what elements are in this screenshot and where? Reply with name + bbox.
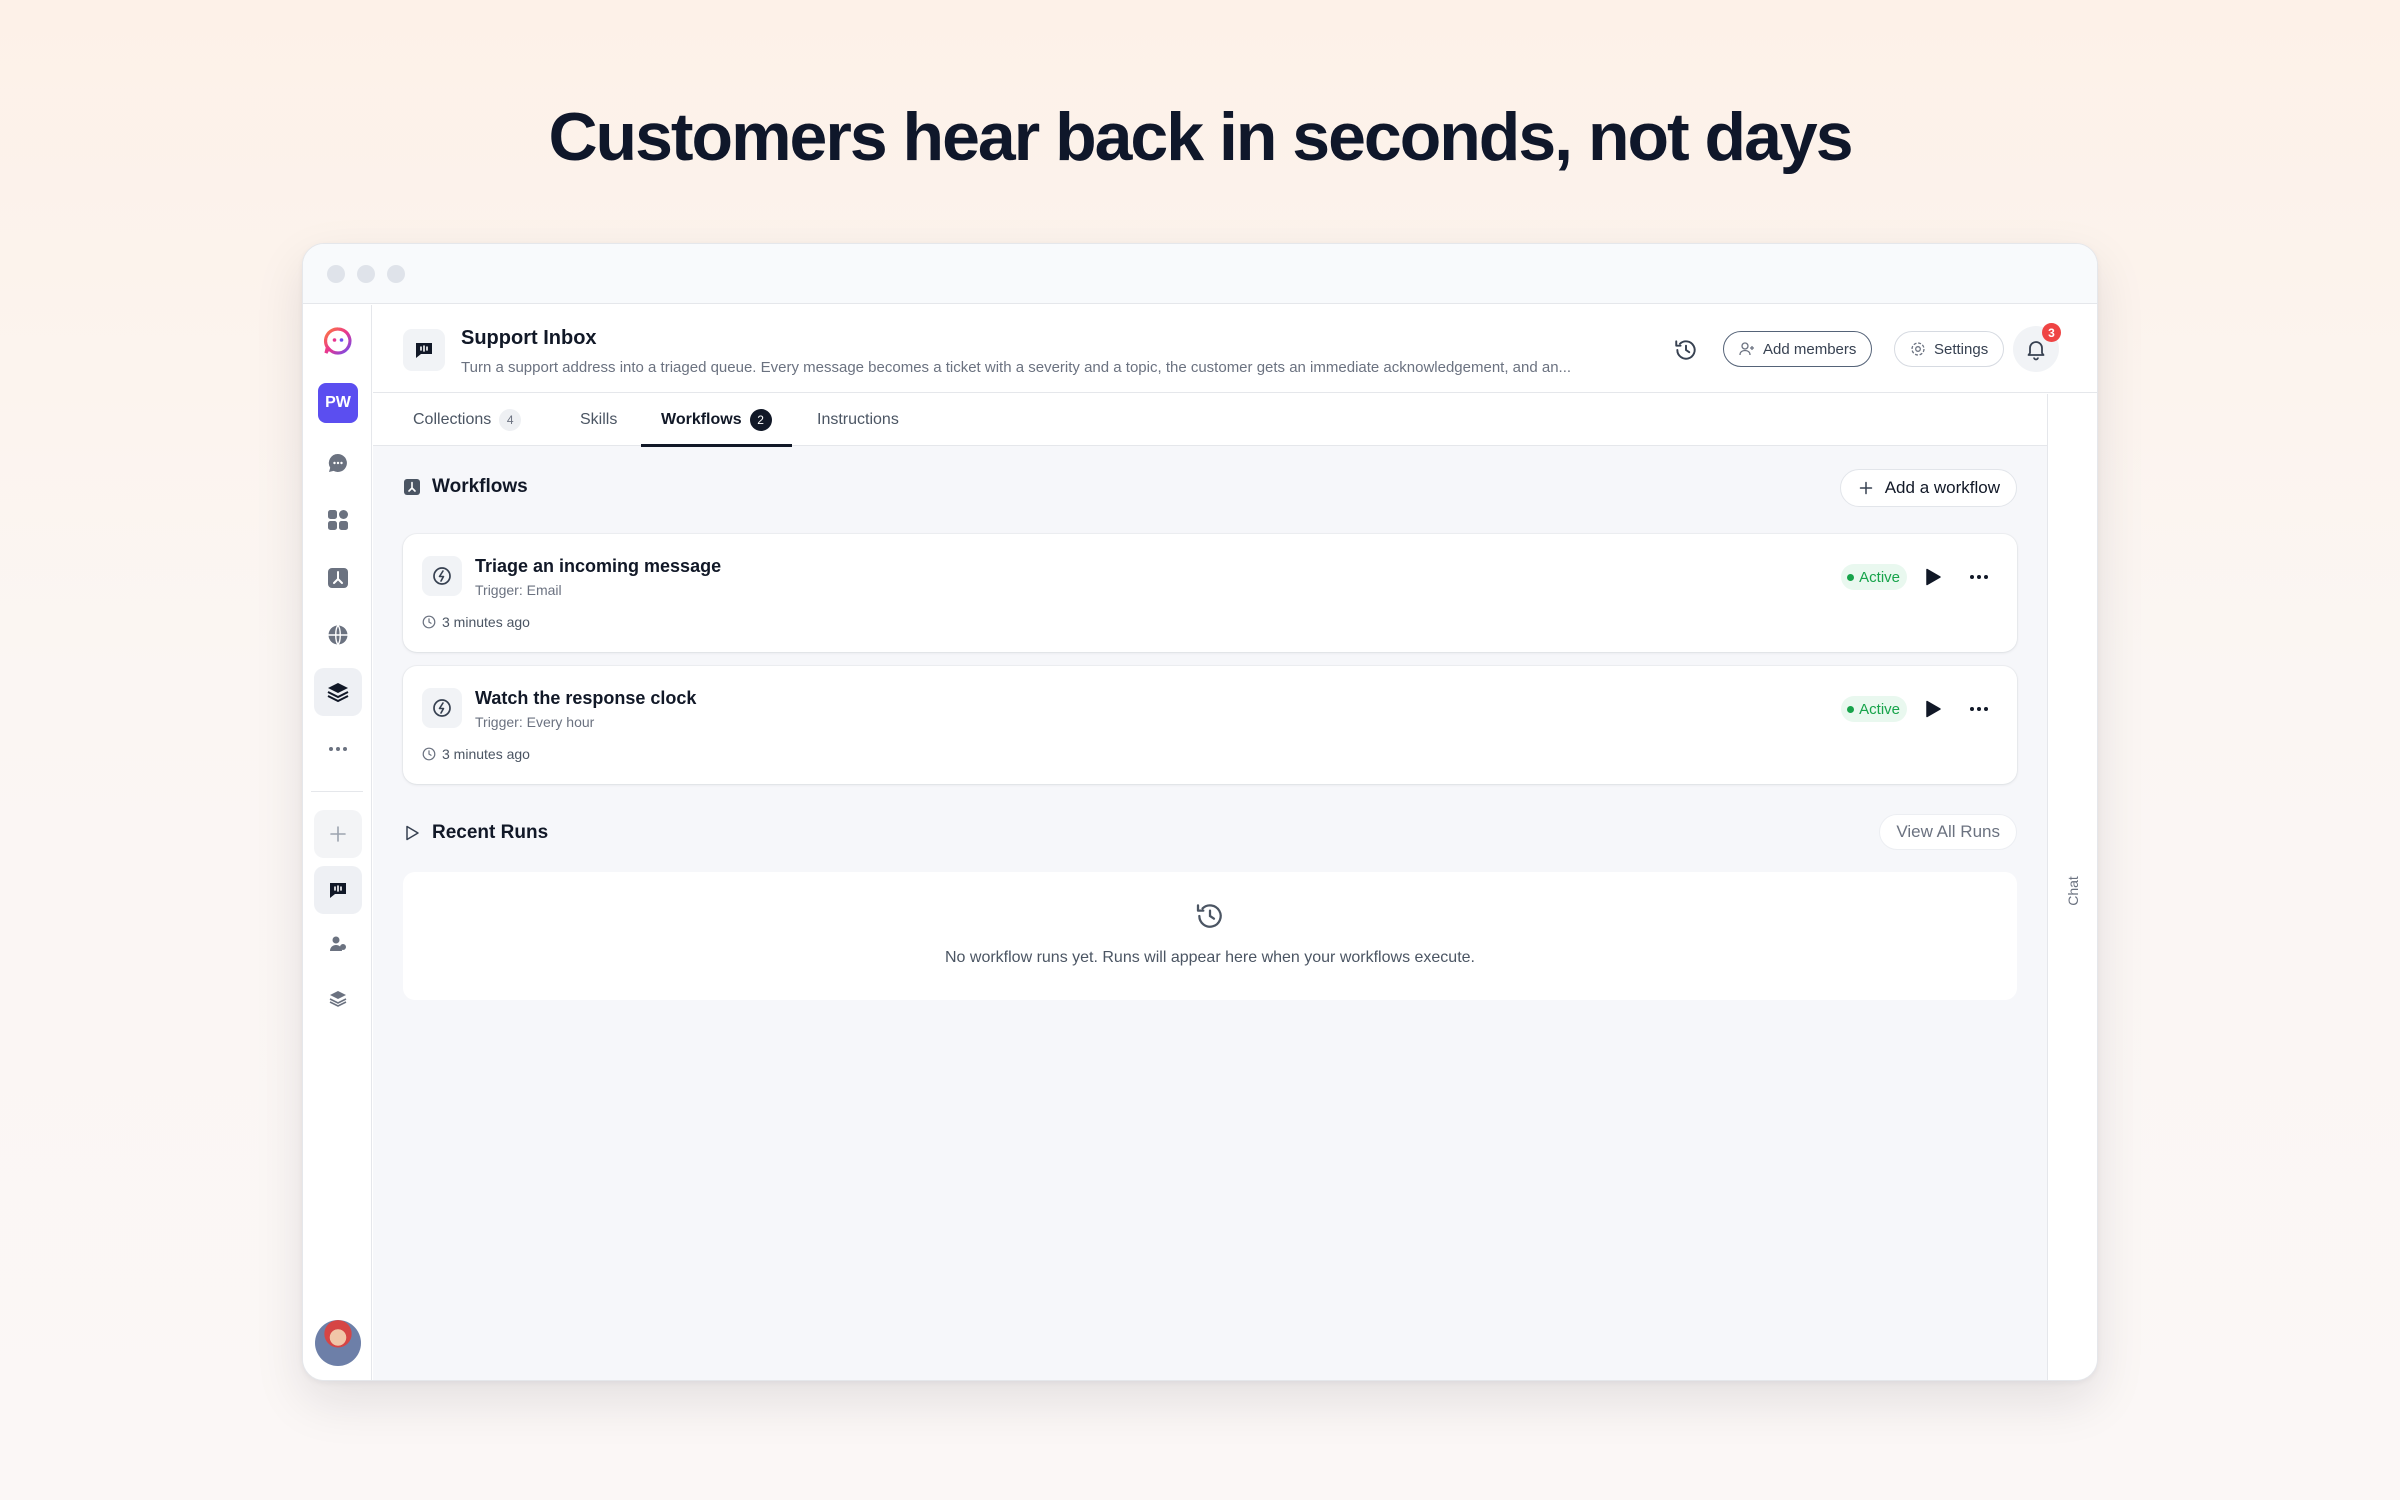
support-inbox-icon <box>403 329 445 371</box>
tab-workflows[interactable]: Workflows 2 <box>641 394 792 447</box>
workspace-badge: PW <box>318 383 358 423</box>
user-avatar[interactable] <box>315 1320 361 1366</box>
workflow-trigger-icon <box>422 556 462 596</box>
workflow-trigger-icon <box>422 688 462 728</box>
chat-label: Chat <box>2065 876 2081 906</box>
gear-icon <box>1911 342 1925 356</box>
workflow-time: 3 minutes ago <box>442 746 530 762</box>
status-label: Active <box>1859 700 1900 718</box>
workflow-time: 3 minutes ago <box>442 614 530 630</box>
layers-nav-icon[interactable] <box>314 668 362 716</box>
apps-grid-icon[interactable] <box>314 496 362 544</box>
tab-workflows-label: Workflows <box>661 411 742 428</box>
clock-icon <box>422 615 436 629</box>
play-icon[interactable] <box>1921 566 1943 588</box>
window-minimize-dot[interactable] <box>357 264 375 283</box>
chat-panel-toggle[interactable]: Chat <box>2047 394 2097 1380</box>
project-description: Turn a support address into a triaged qu… <box>461 359 1572 376</box>
history-icon[interactable] <box>1673 337 1699 363</box>
window-maximize-dot[interactable] <box>387 264 405 283</box>
page-headline: Customers hear back in seconds, not days <box>548 99 1853 175</box>
bell-icon <box>2027 341 2045 361</box>
project-header: Support Inbox Turn a support address int… <box>373 305 2097 393</box>
tab-collections[interactable]: Collections 4 <box>413 394 522 446</box>
workflows-section-header: Workflows <box>403 476 528 498</box>
workflow-section-icon <box>404 479 420 495</box>
tab-bar: Collections 4 Skills Workflows 2 Instruc… <box>373 394 2047 447</box>
play-icon[interactable] <box>1921 698 1943 720</box>
history-icon <box>1196 904 1222 928</box>
more-nav-icon[interactable] <box>314 725 362 773</box>
status-badge: Active <box>1841 564 1907 590</box>
more-options-icon[interactable] <box>1967 566 1991 588</box>
tab-skills-label: Skills <box>580 411 618 428</box>
window-titlebar <box>303 244 2097 304</box>
stack-project-icon[interactable] <box>314 975 362 1023</box>
tab-instructions[interactable]: Instructions <box>817 394 899 446</box>
status-dot <box>1847 705 1855 713</box>
add-workflow-label: Add a workflow <box>1884 478 2000 497</box>
rail-divider <box>311 791 363 792</box>
chat-nav-icon[interactable] <box>314 439 362 487</box>
workflow-trigger: Trigger: Every hour <box>475 714 595 730</box>
view-all-runs-button[interactable]: View All Runs <box>1879 814 2017 850</box>
add-workflow-button[interactable]: Add a workflow <box>1839 469 2017 507</box>
add-members-label: Add members <box>1763 340 1857 358</box>
content-area: Collections 4 Skills Workflows 2 Instruc… <box>373 394 2047 1380</box>
tab-instructions-label: Instructions <box>817 411 899 428</box>
workflow-updated: 3 minutes ago <box>422 746 530 762</box>
status-dot <box>1847 573 1855 581</box>
play-outline-icon <box>406 825 419 841</box>
workflow-title: Watch the response clock <box>475 688 697 708</box>
tab-skills[interactable]: Skills <box>580 394 617 446</box>
add-members-button[interactable]: Add members <box>1723 331 1873 367</box>
status-badge: Active <box>1841 696 1907 722</box>
team-project-icon[interactable] <box>314 920 362 968</box>
globe-nav-icon[interactable] <box>314 611 362 659</box>
workflow-updated: 3 minutes ago <box>422 614 530 630</box>
support-inbox-project-icon[interactable] <box>314 866 362 914</box>
more-options-icon[interactable] <box>1967 698 1991 720</box>
tab-collections-label: Collections <box>413 411 492 428</box>
window-close-dot[interactable] <box>327 264 345 283</box>
notification-count-badge: 3 <box>2042 323 2061 342</box>
workflows-nav-icon[interactable] <box>314 554 362 602</box>
empty-state-text: No workflow runs yet. Runs will appear h… <box>944 949 1475 966</box>
clock-icon <box>422 747 436 761</box>
sidebar-rail: PW <box>303 305 372 1380</box>
main-panel: Support Inbox Turn a support address int… <box>373 305 2097 1380</box>
settings-label: Settings <box>1934 340 1989 358</box>
tab-workflows-count: 2 <box>749 409 772 431</box>
add-user-icon <box>1739 342 1754 356</box>
workflow-card[interactable]: Watch the response clock Trigger: Every … <box>403 666 2017 784</box>
app-window: PW Support Inbox Turn a support address … <box>302 243 2098 1381</box>
recent-runs-header: Recent Runs <box>403 822 548 844</box>
status-label: Active <box>1859 568 1900 586</box>
recent-runs-empty-state: No workflow runs yet. Runs will appear h… <box>403 872 2017 1000</box>
app-logo-icon[interactable] <box>314 317 362 365</box>
plus-icon <box>1859 481 1872 495</box>
notifications-button[interactable]: 3 <box>2013 323 2061 372</box>
project-title: Support Inbox <box>461 327 597 349</box>
workspace-switcher[interactable]: PW <box>314 379 362 427</box>
workflows-section-title: Workflows <box>432 476 528 497</box>
workflow-trigger: Trigger: Email <box>475 582 562 598</box>
tab-collections-count: 4 <box>499 409 522 431</box>
settings-button[interactable]: Settings <box>1894 331 2005 367</box>
add-project-icon[interactable] <box>314 810 362 858</box>
workflow-title: Triage an incoming message <box>475 556 722 576</box>
recent-runs-title: Recent Runs <box>432 822 549 843</box>
workflow-card[interactable]: Triage an incoming message Trigger: Emai… <box>403 534 2017 652</box>
